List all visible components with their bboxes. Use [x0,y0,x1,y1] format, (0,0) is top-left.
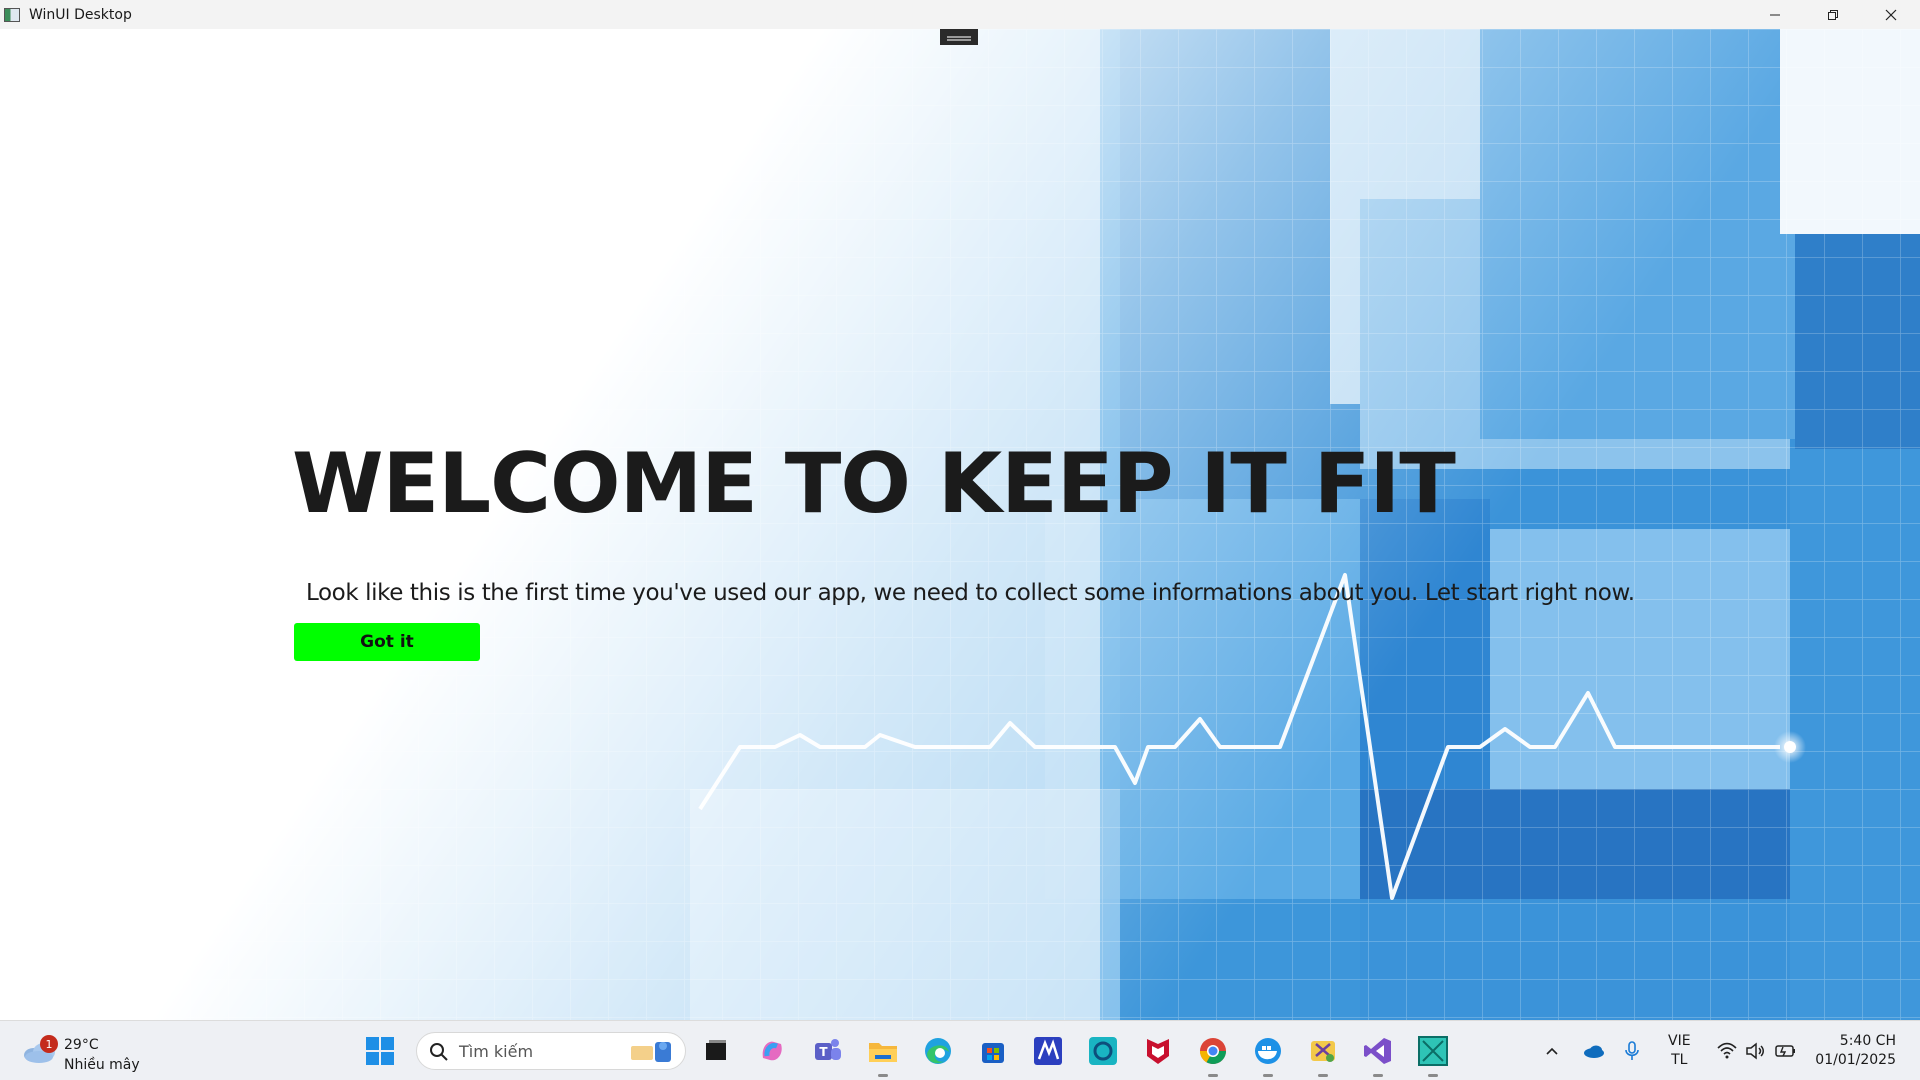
window-title: WinUI Desktop [29,6,132,23]
welcome-subtitle: Look like this is the first time you've … [306,580,1635,606]
docker-icon [1255,1038,1281,1064]
wifi-icon[interactable] [1716,1039,1738,1063]
snipping-tool-button[interactable] [1305,1033,1341,1077]
minimize-button[interactable] [1746,0,1804,29]
weather-badge: 1 [40,1035,58,1053]
file-explorer-button[interactable] [865,1033,901,1077]
input-method: TL [1671,1052,1688,1068]
weather-description: Nhiều mây [64,1057,140,1073]
chrome-button[interactable] [1195,1033,1231,1077]
copilot-icon [762,1041,782,1061]
welcome-heading: WELCOME TO KEEP IT FIT [292,435,1456,532]
app-m-button[interactable] [1030,1033,1066,1069]
file-explorer-icon [869,1043,897,1062]
welcome-page: WELCOME TO KEEP IT FIT Look like this is… [0,29,1920,1020]
edge-button[interactable] [920,1033,956,1069]
running-indicator [1263,1074,1273,1077]
minimize-icon [1770,14,1780,15]
battery-icon[interactable] [1774,1039,1798,1063]
running-indicator [1428,1074,1438,1077]
weather-widget[interactable]: 1 29°C Nhiều mây [22,1029,162,1073]
clock[interactable]: 5:40 CH 01/01/2025 [1812,1032,1896,1070]
app-icon [4,7,20,22]
cortana-icon [1089,1037,1117,1065]
task-view-button[interactable] [698,1033,734,1069]
windows-logo-icon [366,1037,394,1065]
volume-icon[interactable] [1744,1039,1766,1063]
copilot-button[interactable] [754,1033,790,1069]
chevron-up-icon[interactable] [1544,1039,1560,1063]
language-code: VIE [1668,1033,1691,1049]
close-button[interactable] [1862,0,1920,29]
teams-button[interactable]: T [810,1033,846,1069]
microphone-icon[interactable] [1622,1039,1642,1063]
title-bar: WinUI Desktop [0,0,1920,29]
edge-icon [925,1038,951,1064]
running-indicator [1208,1074,1218,1077]
taskbar: 1 29°C Nhiều mây Tìm kiếm T VIE TL 5:40 … [0,1020,1920,1080]
teams-icon: T [815,1039,841,1060]
task-view-icon [706,1040,726,1060]
store-button[interactable] [975,1033,1011,1069]
snipping-tool-icon [1311,1041,1335,1062]
monogram-app-icon [1034,1037,1062,1065]
cortana-button[interactable] [1085,1033,1121,1069]
close-icon [1885,9,1897,20]
language-indicator[interactable]: VIE TL [1668,1032,1691,1070]
running-indicator [1373,1074,1383,1077]
xaml-app-button[interactable] [1415,1033,1451,1077]
mcafee-button[interactable] [1140,1033,1176,1069]
clock-time: 5:40 CH [1839,1033,1896,1049]
running-indicator [878,1074,888,1077]
store-icon [982,1043,1004,1063]
clock-date: 01/01/2025 [1815,1052,1896,1068]
onedrive-icon[interactable] [1582,1039,1606,1063]
visual-studio-button[interactable] [1360,1033,1396,1077]
chrome-icon [1199,1038,1227,1065]
restore-button[interactable] [1804,0,1862,29]
search-highlight-icon [631,1042,671,1062]
search-placeholder: Tìm kiếm [459,1042,534,1061]
taskbar-search[interactable]: Tìm kiếm [416,1032,686,1070]
mcafee-icon [1147,1039,1169,1064]
window-controls [1746,0,1920,29]
restore-icon [1828,9,1838,20]
docker-button[interactable] [1250,1033,1286,1077]
got-it-button[interactable]: Got it [294,623,480,661]
start-button[interactable] [364,1035,396,1067]
search-icon [430,1043,448,1061]
weather-temperature: 29°C [64,1037,99,1053]
xaml-app-icon [1418,1036,1448,1066]
drag-handle[interactable] [940,29,978,45]
visual-studio-icon [1364,1038,1391,1064]
svg-text:T: T [819,1045,828,1059]
running-indicator [1318,1074,1328,1077]
